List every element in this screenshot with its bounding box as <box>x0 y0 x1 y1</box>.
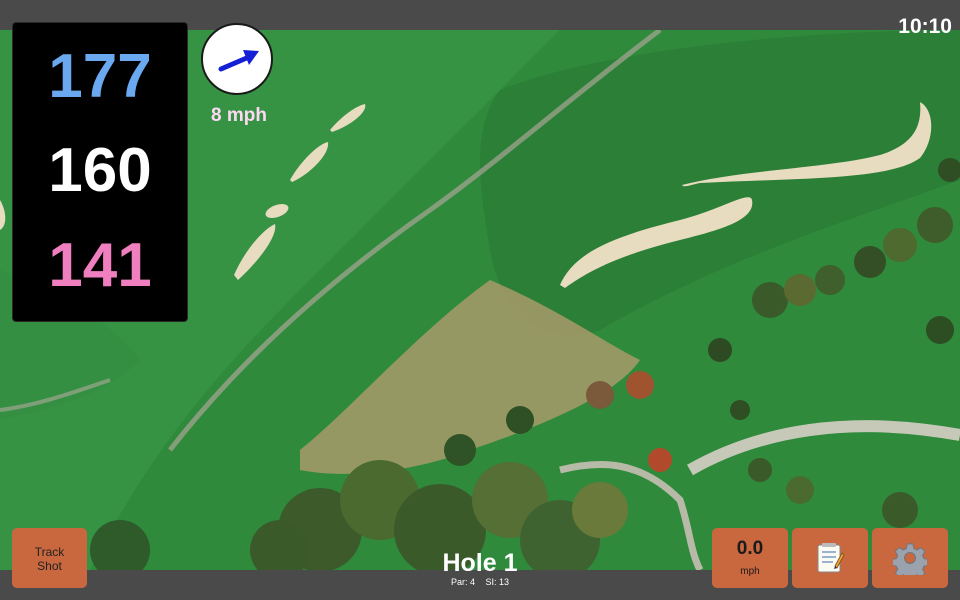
gear-icon <box>893 543 927 575</box>
golf-gps-app: 10:10 177 160 141 8 mph Track Shot Hole … <box>0 0 960 600</box>
wind-direction-dial[interactable] <box>201 23 273 95</box>
hole-info: Par: 4 SI: 13 <box>380 577 580 588</box>
distance-panel: 177 160 141 <box>12 22 188 322</box>
track-shot-label-line1: Track <box>34 545 65 559</box>
arrow-icon <box>218 50 259 72</box>
notepad-icon <box>817 543 845 573</box>
back-distance: 177 <box>48 42 152 111</box>
track-shot-label-line2: Shot <box>37 559 62 573</box>
speed-unit: mph <box>740 566 760 577</box>
hole-title: Hole 1 <box>442 549 518 577</box>
middle-distance: 160 <box>48 136 152 205</box>
front-distance: 141 <box>48 231 152 300</box>
notes-button[interactable] <box>792 528 868 588</box>
track-shot-button[interactable]: Track Shot <box>12 528 87 588</box>
par-label: Par: 4 <box>450 577 475 587</box>
speed-value: 0.0 <box>736 538 764 559</box>
stroke-index-label: SI: 13 <box>485 577 510 587</box>
speed-button[interactable]: 0.0 mph <box>712 528 788 588</box>
status-clock: 10:10 <box>898 15 952 38</box>
settings-button[interactable] <box>872 528 948 588</box>
wind-speed-label: 8 mph <box>211 105 267 126</box>
